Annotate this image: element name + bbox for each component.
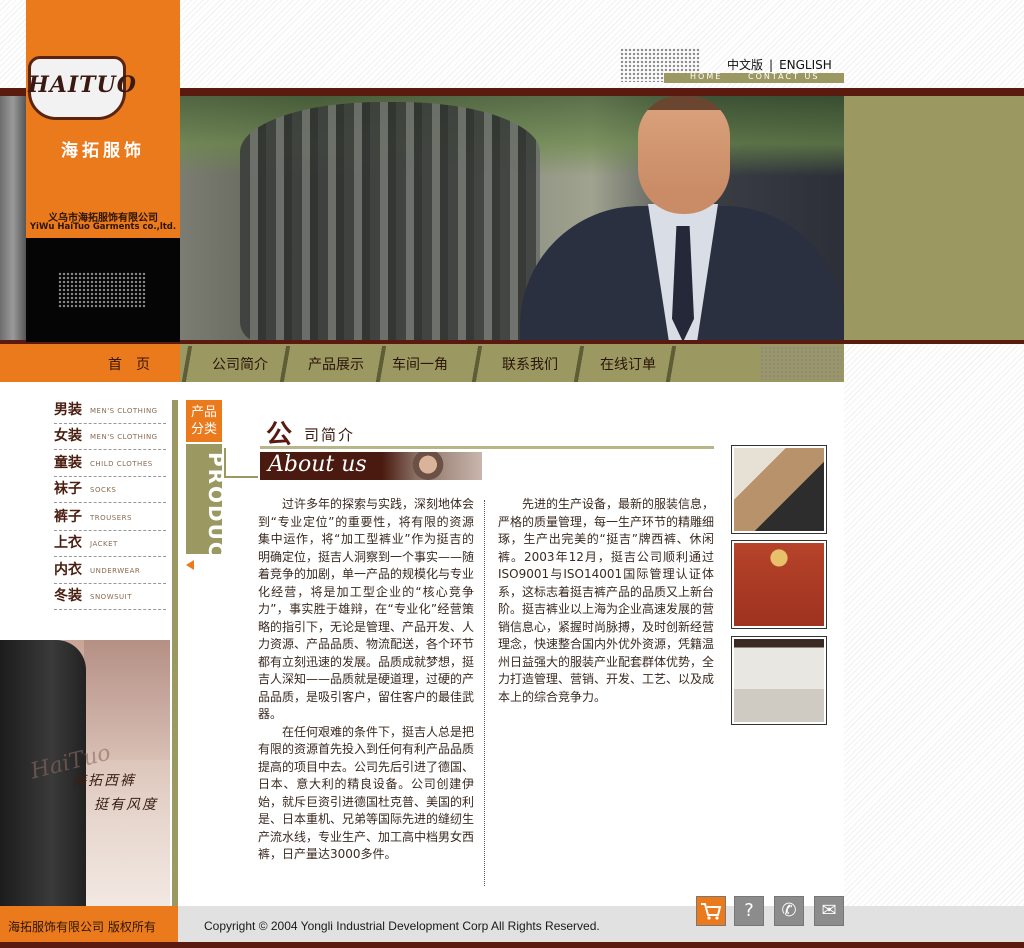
hero-banner-image (180, 96, 844, 342)
nav-separator (664, 346, 678, 382)
product-thumbnail-waistband[interactable] (731, 636, 827, 725)
world-map-graphic-nav (760, 346, 842, 380)
section-title-rule (260, 446, 714, 449)
section-title: 司简介 (304, 426, 356, 444)
top-stripe-left (0, 88, 26, 96)
nav-item-contact[interactable]: 联系我们 (502, 354, 558, 374)
arrow-line-icon (224, 448, 226, 478)
category-label: 女装 (54, 428, 82, 444)
hero-man-in-suit (520, 96, 844, 342)
category-label: 裤子 (54, 509, 82, 525)
cart-icon-graphic (701, 903, 722, 920)
product-thumbnail-jacket[interactable] (731, 540, 827, 629)
category-item-jacket[interactable]: 上衣 JACKET (54, 531, 166, 557)
category-label-en: SOCKS (90, 486, 117, 494)
hero-ornate-pillar (240, 102, 540, 342)
category-item-socks[interactable]: 袜子 SOCKS (54, 477, 166, 503)
category-item-snowsuit[interactable]: 冬装 SNOWSUIT (54, 584, 166, 610)
thumbnail-image (734, 543, 824, 626)
help-icon[interactable]: ? (734, 896, 764, 926)
about-paragraph: 先进的生产设备，最新的服装信息，严格的质量管理，每一生产环节的精雕细琢，生产出完… (498, 497, 715, 704)
category-item-children[interactable]: 童装 CHILD CLOTHES (54, 451, 166, 477)
products-tab-line1: 产品 (190, 405, 217, 420)
about-us-portrait (408, 452, 448, 480)
footer-copyright: Copyright © 2004 Yongli Industrial Devel… (204, 919, 600, 933)
nav-item-workshop[interactable]: 车间一角 (392, 354, 448, 374)
nav-separator (470, 346, 484, 382)
nav-home-link[interactable]: 首页 (108, 354, 164, 374)
language-switcher: 中文版 | ENGLISH (724, 56, 835, 73)
lang-separator: | (769, 58, 774, 72)
category-label: 童装 (54, 455, 82, 471)
thumbnail-image (734, 448, 824, 531)
hero-right-panel (844, 96, 1024, 342)
lang-chinese-link[interactable]: 中文版 (727, 58, 763, 72)
footer-rights-cn: 海拓服饰有限公司 版权所有 (8, 920, 156, 934)
footer-bottom-stripe (0, 942, 1024, 948)
category-label-en: MEN'S CLOTHING (90, 433, 158, 441)
category-label-en: MEN'S CLOTHING (90, 407, 158, 415)
left-divider (172, 400, 178, 906)
side-banner-image[interactable]: HaiTuo 海拓西裤 挺有风度 (0, 640, 170, 906)
category-label-en: SNOWSUIT (90, 593, 133, 601)
thumbnail-image (734, 639, 824, 722)
world-map-graphic-small (58, 272, 146, 308)
nav-separator (278, 346, 292, 382)
home-link[interactable]: HOME (690, 72, 722, 81)
contact-us-link[interactable]: CONTACT US (748, 72, 819, 81)
man-head (638, 96, 730, 214)
category-item-men[interactable]: 男装 MEN'S CLOTHING (54, 398, 166, 424)
about-text-column-2: 先进的生产设备，最新的服装信息，严格的质量管理，每一生产环节的精雕细琢，生产出完… (498, 496, 714, 706)
category-label: 冬装 (54, 588, 82, 604)
about-text-column-1: 过许多年的探索与实践，深刻地体会到“专业定位”的重要性，将有限的资源集中运作，将… (258, 496, 474, 864)
about-paragraph: 在任何艰难的条件下，挺吉人总是把有限的资源首先投入到任何有利产品品质提高的项目中… (258, 724, 475, 862)
about-us-title-en: About us (268, 452, 367, 477)
mail-icon[interactable]: ✉ (814, 896, 844, 926)
products-category-tab[interactable]: 产品 分类 (186, 400, 222, 442)
phone-icon[interactable]: ✆ (774, 896, 804, 926)
category-label: 上衣 (54, 535, 82, 551)
nav-item-about[interactable]: 公司简介 (212, 354, 268, 374)
category-label-en: CHILD CLOTHES (90, 460, 153, 468)
side-banner-slogan-1: 海拓西裤 (72, 773, 136, 789)
category-label-en: TROUSERS (90, 514, 132, 522)
triangle-marker-icon (186, 560, 194, 570)
cart-icon[interactable] (696, 896, 726, 926)
arrow-line-icon (224, 476, 258, 478)
category-label-en: UNDERWEAR (90, 567, 141, 575)
nav-separator (572, 346, 586, 382)
logo-text[interactable]: HAITUO (28, 72, 136, 98)
nav-item-products[interactable]: 产品展示 (308, 354, 364, 374)
brand-name: 海拓服饰 (61, 141, 145, 161)
column-divider (484, 500, 485, 886)
category-label: 男装 (54, 402, 82, 418)
category-label: 内衣 (54, 562, 82, 578)
company-name-en: YiWu HaiTuo Garments co.,ltd. (29, 222, 177, 232)
nav-separator (374, 346, 388, 382)
lang-english-link[interactable]: ENGLISH (779, 58, 832, 72)
hero-left-strip (0, 96, 26, 342)
products-tab-line2: 分类 (190, 422, 217, 437)
about-paragraph: 过许多年的探索与实践，深刻地体会到“专业定位”的重要性，将有限的资源集中运作，将… (258, 497, 475, 721)
top-stripe (180, 88, 1024, 96)
category-item-trousers[interactable]: 裤子 TROUSERS (54, 505, 166, 531)
category-label-en: JACKET (90, 540, 118, 548)
product-thumbnail-trousers[interactable] (731, 445, 827, 534)
nav-separator (180, 346, 194, 382)
category-label: 袜子 (54, 481, 82, 497)
category-item-women[interactable]: 女装 MEN'S CLOTHING (54, 424, 166, 450)
category-item-underwear[interactable]: 内衣 UNDERWEAR (54, 558, 166, 584)
nav-item-order[interactable]: 在线订单 (600, 354, 656, 374)
side-banner-slogan-2: 挺有风度 (94, 797, 158, 813)
